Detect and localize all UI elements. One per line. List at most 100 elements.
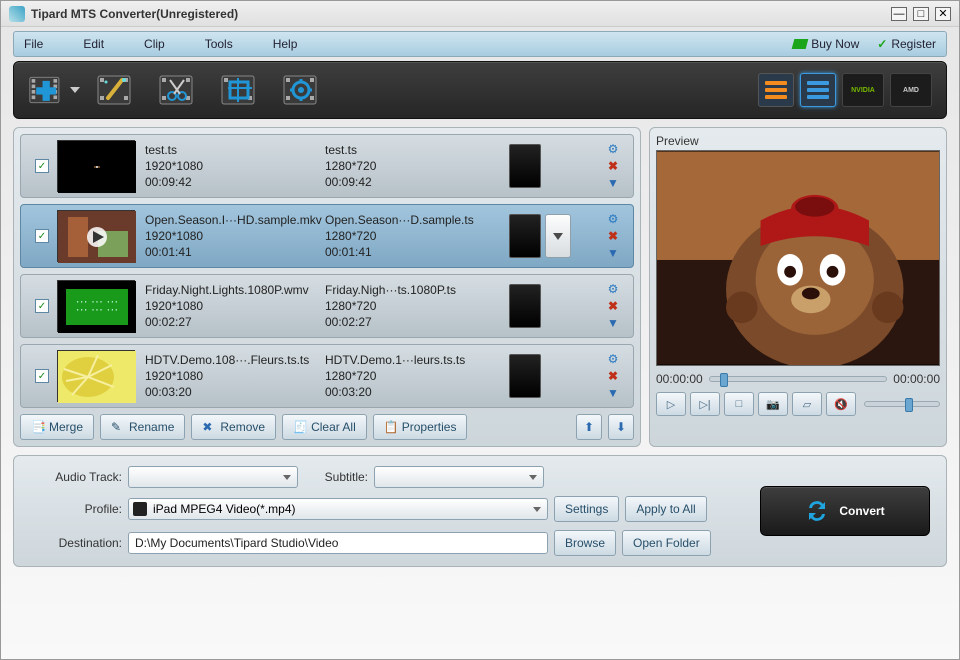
- source-info: test.ts 1920*1080 00:09:42: [145, 142, 325, 190]
- preferences-button[interactable]: [276, 67, 328, 113]
- file-list-panel: ✓ test.ts 1920*1080 00:09:42 test.ts 128…: [13, 127, 641, 447]
- clear-icon: 🧾: [293, 420, 307, 434]
- window-title: Tipard MTS Converter(Unregistered): [31, 7, 891, 21]
- cart-icon: [792, 39, 809, 49]
- thumbnail: ··· ··· ······ ··· ···: [57, 280, 135, 332]
- effect-button[interactable]: [90, 67, 142, 113]
- settings-panel: Audio Track: Subtitle: Profile: iPad MPE…: [13, 455, 947, 567]
- maximize-button[interactable]: □: [913, 7, 929, 21]
- remove-button[interactable]: ✖Remove: [191, 414, 276, 440]
- move-down-button[interactable]: ⬇: [608, 414, 634, 440]
- volume-slider[interactable]: [864, 401, 940, 407]
- file-row[interactable]: ✓ HDTV.Demo.108···.Fleurs.ts.ts 1920*108…: [20, 344, 634, 408]
- profile-icon: [133, 502, 147, 516]
- row-down-icon[interactable]: ▼: [606, 246, 620, 260]
- snapshot-button[interactable]: 📷: [758, 392, 788, 416]
- svg-text:··· ··· ···: ··· ··· ···: [76, 302, 119, 316]
- view-detail-button[interactable]: [800, 73, 836, 107]
- file-row[interactable]: ✓ ··· ··· ······ ··· ··· Friday.Night.Li…: [20, 274, 634, 338]
- subtitle-select[interactable]: [374, 466, 544, 488]
- row-remove-icon[interactable]: ✖: [606, 159, 620, 173]
- preview-label: Preview: [656, 134, 940, 148]
- register-link[interactable]: ✓ Register: [877, 37, 936, 51]
- row-checkbox[interactable]: ✓: [35, 369, 49, 383]
- thumbnail: [57, 210, 135, 262]
- time-elapsed: 00:00:00: [656, 372, 703, 386]
- row-checkbox[interactable]: ✓: [35, 229, 49, 243]
- row-remove-icon[interactable]: ✖: [606, 299, 620, 313]
- move-up-button[interactable]: ⬆: [576, 414, 602, 440]
- play-button[interactable]: ▷: [656, 392, 686, 416]
- audio-track-select[interactable]: [128, 466, 298, 488]
- open-folder-button[interactable]: Open Folder: [622, 530, 711, 556]
- trim-button[interactable]: [152, 67, 204, 113]
- row-settings-icon[interactable]: ⚙: [606, 352, 620, 366]
- source-info: Friday.Night.Lights.1080P.wmv 1920*1080 …: [145, 282, 325, 330]
- menu-clip[interactable]: Clip: [144, 37, 165, 51]
- row-down-icon[interactable]: ▼: [606, 176, 620, 190]
- nvidia-badge: NVIDIA: [842, 73, 884, 107]
- row-remove-icon[interactable]: ✖: [606, 229, 620, 243]
- file-row[interactable]: ✓ test.ts 1920*1080 00:09:42 test.ts 128…: [20, 134, 634, 198]
- file-row[interactable]: ✓ Open.Season.I···HD.sample.mkv 1920*108…: [20, 204, 634, 268]
- output-info: HDTV.Demo.1···leurs.ts.ts 1280*720 00:03…: [325, 352, 505, 400]
- merge-icon: 📑: [31, 420, 45, 434]
- crop-button[interactable]: [214, 67, 266, 113]
- destination-input[interactable]: D:\My Documents\Tipard Studio\Video: [128, 532, 548, 554]
- thumbnail: [57, 350, 135, 402]
- mute-button[interactable]: 🔇: [826, 392, 856, 416]
- destination-label: Destination:: [30, 536, 122, 550]
- titlebar: Tipard MTS Converter(Unregistered) — □ ✕: [1, 1, 959, 27]
- properties-button[interactable]: 📋Properties: [373, 414, 468, 440]
- aspect-button[interactable]: ▱: [792, 392, 822, 416]
- convert-icon: [805, 499, 829, 523]
- menu-edit[interactable]: Edit: [83, 37, 104, 51]
- menu-tools[interactable]: Tools: [205, 37, 233, 51]
- minimize-button[interactable]: —: [891, 7, 907, 21]
- menu-help[interactable]: Help: [273, 37, 298, 51]
- rename-button[interactable]: ✎Rename: [100, 414, 185, 440]
- settings-button[interactable]: Settings: [554, 496, 619, 522]
- step-button[interactable]: ▷|: [690, 392, 720, 416]
- menu-file[interactable]: File: [24, 37, 43, 51]
- output-info: Open.Season···D.sample.ts 1280*720 00:01…: [325, 212, 505, 260]
- row-settings-icon[interactable]: ⚙: [606, 282, 620, 296]
- row-checkbox[interactable]: ✓: [35, 159, 49, 173]
- source-info: Open.Season.I···HD.sample.mkv 1920*1080 …: [145, 212, 325, 260]
- apply-all-button[interactable]: Apply to All: [625, 496, 706, 522]
- device-icon: [509, 214, 541, 258]
- seek-slider[interactable]: [709, 376, 888, 382]
- row-down-icon[interactable]: ▼: [606, 386, 620, 400]
- pencil-icon: ✎: [111, 420, 125, 434]
- audio-track-label: Audio Track:: [30, 470, 122, 484]
- clear-all-button[interactable]: 🧾Clear All: [282, 414, 367, 440]
- row-settings-icon[interactable]: ⚙: [606, 142, 620, 156]
- add-file-button[interactable]: [28, 67, 80, 113]
- thumbnail: [57, 140, 135, 192]
- output-info: Friday.Nigh···ts.1080P.ts 1280*720 00:02…: [325, 282, 505, 330]
- merge-button[interactable]: 📑Merge: [20, 414, 94, 440]
- buy-now-link[interactable]: Buy Now: [793, 37, 859, 51]
- row-checkbox[interactable]: ✓: [35, 299, 49, 313]
- toolbar: NVIDIA AMD: [13, 61, 947, 119]
- preview-frame: [656, 150, 940, 366]
- view-list-button[interactable]: [758, 73, 794, 107]
- device-icon: [509, 144, 541, 188]
- output-info: test.ts 1280*720 00:09:42: [325, 142, 505, 190]
- stop-button[interactable]: □: [724, 392, 754, 416]
- browse-button[interactable]: Browse: [554, 530, 616, 556]
- row-remove-icon[interactable]: ✖: [606, 369, 620, 383]
- app-icon: [9, 6, 25, 22]
- convert-button[interactable]: Convert: [760, 486, 930, 536]
- subtitle-label: Subtitle:: [298, 470, 368, 484]
- row-settings-icon[interactable]: ⚙: [606, 212, 620, 226]
- profile-dropdown-button[interactable]: [545, 214, 571, 258]
- row-down-icon[interactable]: ▼: [606, 316, 620, 330]
- profile-select[interactable]: iPad MPEG4 Video(*.mp4): [128, 498, 548, 520]
- chevron-down-icon: [70, 87, 80, 93]
- check-icon: ✓: [877, 37, 887, 51]
- close-button[interactable]: ✕: [935, 7, 951, 21]
- remove-icon: ✖: [202, 420, 216, 434]
- menubar: File Edit Clip Tools Help Buy Now ✓ Regi…: [13, 31, 947, 57]
- profile-label: Profile:: [30, 502, 122, 516]
